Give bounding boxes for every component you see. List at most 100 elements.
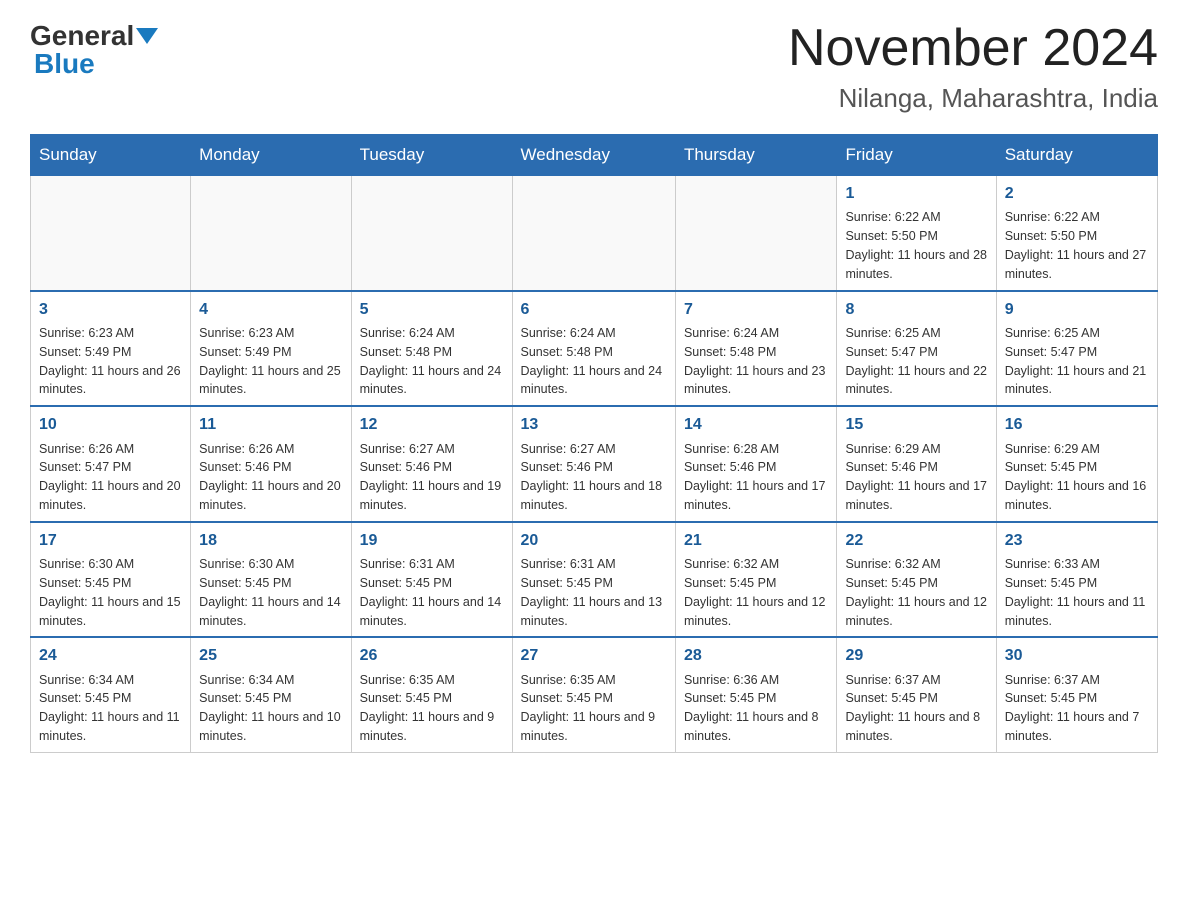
day-number: 28 [684,644,829,667]
day-info: Sunrise: 6:29 AMSunset: 5:45 PMDaylight:… [1005,442,1147,513]
day-number: 1 [845,182,987,205]
day-info: Sunrise: 6:27 AMSunset: 5:46 PMDaylight:… [360,442,502,513]
day-number: 12 [360,413,504,436]
day-info: Sunrise: 6:22 AMSunset: 5:50 PMDaylight:… [1005,210,1147,281]
table-row: 28 Sunrise: 6:36 AMSunset: 5:45 PMDaylig… [675,637,837,752]
calendar-week-row: 10 Sunrise: 6:26 AMSunset: 5:47 PMDaylig… [31,406,1158,522]
page-header: General Blue November 2024 Nilanga, Maha… [30,20,1158,114]
day-number: 18 [199,529,342,552]
day-number: 29 [845,644,987,667]
day-info: Sunrise: 6:31 AMSunset: 5:45 PMDaylight:… [521,557,663,628]
table-row: 29 Sunrise: 6:37 AMSunset: 5:45 PMDaylig… [837,637,996,752]
table-row: 6 Sunrise: 6:24 AMSunset: 5:48 PMDayligh… [512,291,675,407]
table-row: 5 Sunrise: 6:24 AMSunset: 5:48 PMDayligh… [351,291,512,407]
day-info: Sunrise: 6:25 AMSunset: 5:47 PMDaylight:… [845,326,987,397]
day-info: Sunrise: 6:34 AMSunset: 5:45 PMDaylight:… [39,673,180,744]
table-row: 9 Sunrise: 6:25 AMSunset: 5:47 PMDayligh… [996,291,1157,407]
day-number: 21 [684,529,829,552]
day-info: Sunrise: 6:31 AMSunset: 5:45 PMDaylight:… [360,557,502,628]
day-info: Sunrise: 6:24 AMSunset: 5:48 PMDaylight:… [684,326,826,397]
table-row: 30 Sunrise: 6:37 AMSunset: 5:45 PMDaylig… [996,637,1157,752]
header-wednesday: Wednesday [512,135,675,176]
day-number: 22 [845,529,987,552]
table-row: 13 Sunrise: 6:27 AMSunset: 5:46 PMDaylig… [512,406,675,522]
table-row [675,176,837,291]
day-number: 17 [39,529,182,552]
table-row: 18 Sunrise: 6:30 AMSunset: 5:45 PMDaylig… [191,522,351,638]
table-row: 24 Sunrise: 6:34 AMSunset: 5:45 PMDaylig… [31,637,191,752]
table-row: 2 Sunrise: 6:22 AMSunset: 5:50 PMDayligh… [996,176,1157,291]
table-row: 10 Sunrise: 6:26 AMSunset: 5:47 PMDaylig… [31,406,191,522]
logo-triangle-icon [136,28,158,44]
day-number: 10 [39,413,182,436]
day-info: Sunrise: 6:23 AMSunset: 5:49 PMDaylight:… [199,326,341,397]
table-row: 20 Sunrise: 6:31 AMSunset: 5:45 PMDaylig… [512,522,675,638]
table-row: 25 Sunrise: 6:34 AMSunset: 5:45 PMDaylig… [191,637,351,752]
day-number: 8 [845,298,987,321]
day-number: 13 [521,413,667,436]
table-row: 27 Sunrise: 6:35 AMSunset: 5:45 PMDaylig… [512,637,675,752]
day-info: Sunrise: 6:25 AMSunset: 5:47 PMDaylight:… [1005,326,1147,397]
table-row: 15 Sunrise: 6:29 AMSunset: 5:46 PMDaylig… [837,406,996,522]
logo-blue-text: Blue [34,48,95,79]
header-saturday: Saturday [996,135,1157,176]
day-number: 6 [521,298,667,321]
day-info: Sunrise: 6:37 AMSunset: 5:45 PMDaylight:… [1005,673,1140,744]
header-monday: Monday [191,135,351,176]
day-info: Sunrise: 6:26 AMSunset: 5:46 PMDaylight:… [199,442,341,513]
day-number: 7 [684,298,829,321]
table-row: 8 Sunrise: 6:25 AMSunset: 5:47 PMDayligh… [837,291,996,407]
day-number: 27 [521,644,667,667]
table-row [351,176,512,291]
day-number: 23 [1005,529,1149,552]
header-tuesday: Tuesday [351,135,512,176]
day-info: Sunrise: 6:37 AMSunset: 5:45 PMDaylight:… [845,673,980,744]
table-row [31,176,191,291]
day-number: 9 [1005,298,1149,321]
day-number: 26 [360,644,504,667]
table-row: 14 Sunrise: 6:28 AMSunset: 5:46 PMDaylig… [675,406,837,522]
day-info: Sunrise: 6:35 AMSunset: 5:45 PMDaylight:… [521,673,656,744]
table-row: 3 Sunrise: 6:23 AMSunset: 5:49 PMDayligh… [31,291,191,407]
header-friday: Friday [837,135,996,176]
day-info: Sunrise: 6:27 AMSunset: 5:46 PMDaylight:… [521,442,663,513]
day-number: 5 [360,298,504,321]
calendar-week-row: 1 Sunrise: 6:22 AMSunset: 5:50 PMDayligh… [31,176,1158,291]
day-number: 20 [521,529,667,552]
title-section: November 2024 Nilanga, Maharashtra, Indi… [788,20,1158,114]
day-info: Sunrise: 6:32 AMSunset: 5:45 PMDaylight:… [845,557,987,628]
day-info: Sunrise: 6:29 AMSunset: 5:46 PMDaylight:… [845,442,987,513]
table-row: 22 Sunrise: 6:32 AMSunset: 5:45 PMDaylig… [837,522,996,638]
day-number: 24 [39,644,182,667]
table-row: 23 Sunrise: 6:33 AMSunset: 5:45 PMDaylig… [996,522,1157,638]
day-info: Sunrise: 6:36 AMSunset: 5:45 PMDaylight:… [684,673,819,744]
day-info: Sunrise: 6:22 AMSunset: 5:50 PMDaylight:… [845,210,987,281]
day-info: Sunrise: 6:32 AMSunset: 5:45 PMDaylight:… [684,557,826,628]
day-number: 11 [199,413,342,436]
table-row: 26 Sunrise: 6:35 AMSunset: 5:45 PMDaylig… [351,637,512,752]
day-number: 25 [199,644,342,667]
day-info: Sunrise: 6:24 AMSunset: 5:48 PMDaylight:… [360,326,502,397]
day-number: 19 [360,529,504,552]
header-sunday: Sunday [31,135,191,176]
day-info: Sunrise: 6:26 AMSunset: 5:47 PMDaylight:… [39,442,181,513]
table-row [191,176,351,291]
day-number: 30 [1005,644,1149,667]
calendar-header-row: Sunday Monday Tuesday Wednesday Thursday… [31,135,1158,176]
calendar-week-row: 24 Sunrise: 6:34 AMSunset: 5:45 PMDaylig… [31,637,1158,752]
table-row: 17 Sunrise: 6:30 AMSunset: 5:45 PMDaylig… [31,522,191,638]
table-row: 11 Sunrise: 6:26 AMSunset: 5:46 PMDaylig… [191,406,351,522]
calendar-week-row: 17 Sunrise: 6:30 AMSunset: 5:45 PMDaylig… [31,522,1158,638]
table-row: 21 Sunrise: 6:32 AMSunset: 5:45 PMDaylig… [675,522,837,638]
table-row: 16 Sunrise: 6:29 AMSunset: 5:45 PMDaylig… [996,406,1157,522]
table-row: 1 Sunrise: 6:22 AMSunset: 5:50 PMDayligh… [837,176,996,291]
calendar-week-row: 3 Sunrise: 6:23 AMSunset: 5:49 PMDayligh… [31,291,1158,407]
header-thursday: Thursday [675,135,837,176]
table-row: 19 Sunrise: 6:31 AMSunset: 5:45 PMDaylig… [351,522,512,638]
day-number: 16 [1005,413,1149,436]
table-row [512,176,675,291]
calendar-table: Sunday Monday Tuesday Wednesday Thursday… [30,134,1158,753]
logo: General Blue [30,20,158,80]
day-number: 14 [684,413,829,436]
table-row: 4 Sunrise: 6:23 AMSunset: 5:49 PMDayligh… [191,291,351,407]
